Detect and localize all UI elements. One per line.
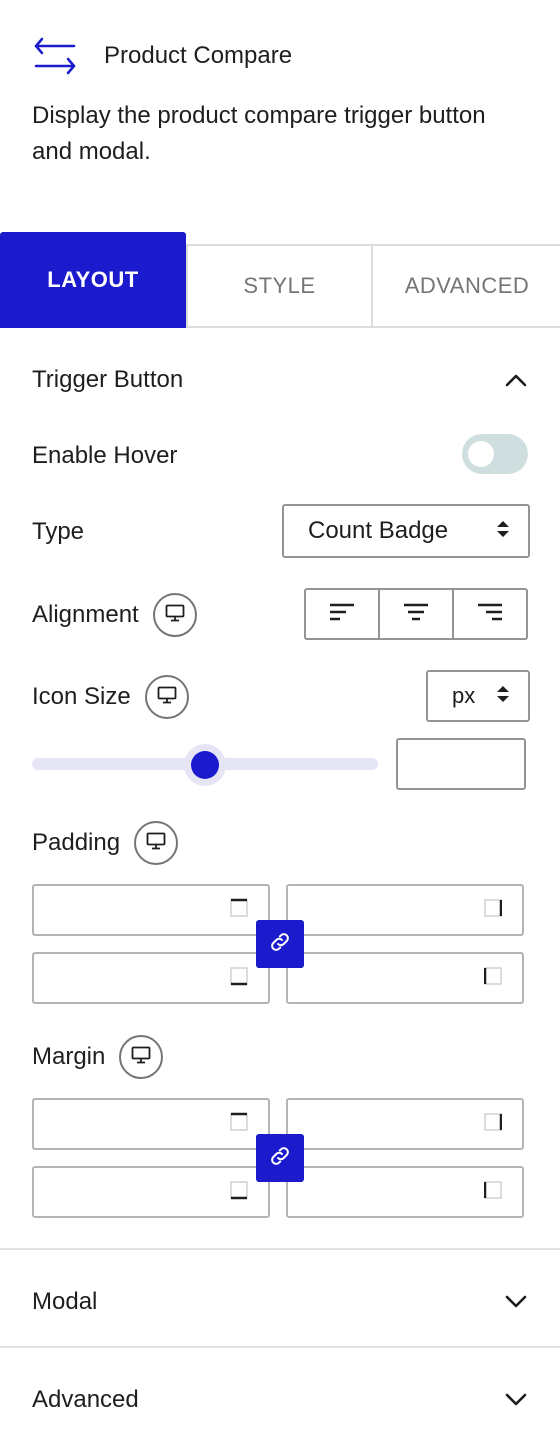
margin-link-button[interactable] bbox=[256, 1134, 304, 1182]
link-icon bbox=[268, 1144, 292, 1173]
unit-select[interactable]: px bbox=[426, 670, 530, 722]
padding-right-input[interactable] bbox=[286, 884, 524, 936]
enable-hover-label: Enable Hover bbox=[32, 442, 178, 469]
unit-select-value: px bbox=[452, 683, 476, 708]
tab-layout[interactable]: LAYOUT bbox=[0, 232, 186, 328]
alignment-row: Alignment bbox=[32, 592, 197, 638]
type-select[interactable]: Count Badge bbox=[282, 504, 530, 558]
margin-left-input[interactable] bbox=[286, 1166, 524, 1218]
icon-size-slider-handle[interactable] bbox=[184, 744, 226, 786]
tab-advanced[interactable]: ADVANCED bbox=[373, 244, 560, 328]
type-select-value: Count Badge bbox=[308, 517, 449, 544]
padding-row: Padding bbox=[32, 820, 179, 866]
link-icon bbox=[268, 930, 292, 959]
margin-bottom-input[interactable] bbox=[32, 1166, 270, 1218]
chevron-down-icon bbox=[504, 1290, 528, 1314]
panel-title: Modal bbox=[32, 1288, 98, 1315]
select-arrows-icon bbox=[496, 683, 510, 709]
desktop-icon bbox=[165, 601, 185, 629]
desktop-icon bbox=[131, 1043, 151, 1071]
margin-top-input[interactable] bbox=[32, 1098, 270, 1150]
tab-style[interactable]: STYLE bbox=[186, 244, 373, 328]
margin-right-input[interactable] bbox=[286, 1098, 524, 1150]
slider-handle-dot bbox=[191, 751, 219, 779]
responsive-device-button[interactable] bbox=[144, 675, 189, 719]
align-center-button[interactable] bbox=[378, 590, 452, 638]
desktop-icon bbox=[157, 683, 177, 711]
padding-bottom-input[interactable] bbox=[32, 952, 270, 1004]
align-right-icon bbox=[477, 603, 503, 626]
chevron-up-icon bbox=[504, 368, 528, 392]
align-left-icon bbox=[329, 603, 355, 626]
padding-left-input[interactable] bbox=[286, 952, 524, 1004]
padding-link-button[interactable] bbox=[256, 920, 304, 968]
panel-divider bbox=[0, 1248, 560, 1250]
enable-hover-toggle[interactable] bbox=[462, 434, 528, 474]
inspector-tabs: LAYOUT STYLE ADVANCED bbox=[0, 232, 560, 328]
toggle-knob bbox=[468, 441, 494, 467]
align-center-icon bbox=[403, 603, 429, 626]
responsive-device-button[interactable] bbox=[119, 1035, 164, 1079]
panel-title: Trigger Button bbox=[32, 366, 184, 393]
responsive-device-button[interactable] bbox=[152, 593, 197, 637]
margin-row: Margin bbox=[32, 1034, 164, 1080]
padding-label: Padding bbox=[32, 829, 121, 856]
block-header: Product Compare bbox=[32, 32, 292, 80]
panel-divider bbox=[0, 1346, 560, 1348]
align-right-button[interactable] bbox=[452, 590, 526, 638]
block-description: Display the product compare trigger butt… bbox=[32, 102, 486, 165]
type-label: Type bbox=[32, 518, 85, 545]
chevron-down-icon bbox=[504, 1388, 528, 1412]
icon-size-input[interactable] bbox=[396, 738, 526, 790]
desktop-icon bbox=[146, 829, 166, 857]
responsive-device-button[interactable] bbox=[134, 821, 179, 865]
icon-size-row: Icon Size bbox=[32, 674, 189, 720]
panel-modal-header[interactable]: Modal bbox=[32, 1282, 528, 1322]
panel-title: Advanced bbox=[32, 1386, 139, 1413]
icon-size-label: Icon Size bbox=[32, 683, 131, 710]
panel-advanced-header[interactable]: Advanced bbox=[32, 1380, 528, 1420]
arrows-swap-icon bbox=[32, 32, 80, 80]
select-arrows-icon bbox=[496, 517, 510, 545]
block-title: Product Compare bbox=[104, 42, 293, 69]
padding-top-input[interactable] bbox=[32, 884, 270, 936]
alignment-button-group bbox=[304, 588, 528, 640]
panel-trigger-button-header[interactable]: Trigger Button bbox=[32, 360, 528, 400]
align-left-button[interactable] bbox=[306, 590, 378, 638]
margin-label: Margin bbox=[32, 1043, 106, 1070]
alignment-label: Alignment bbox=[32, 601, 139, 628]
